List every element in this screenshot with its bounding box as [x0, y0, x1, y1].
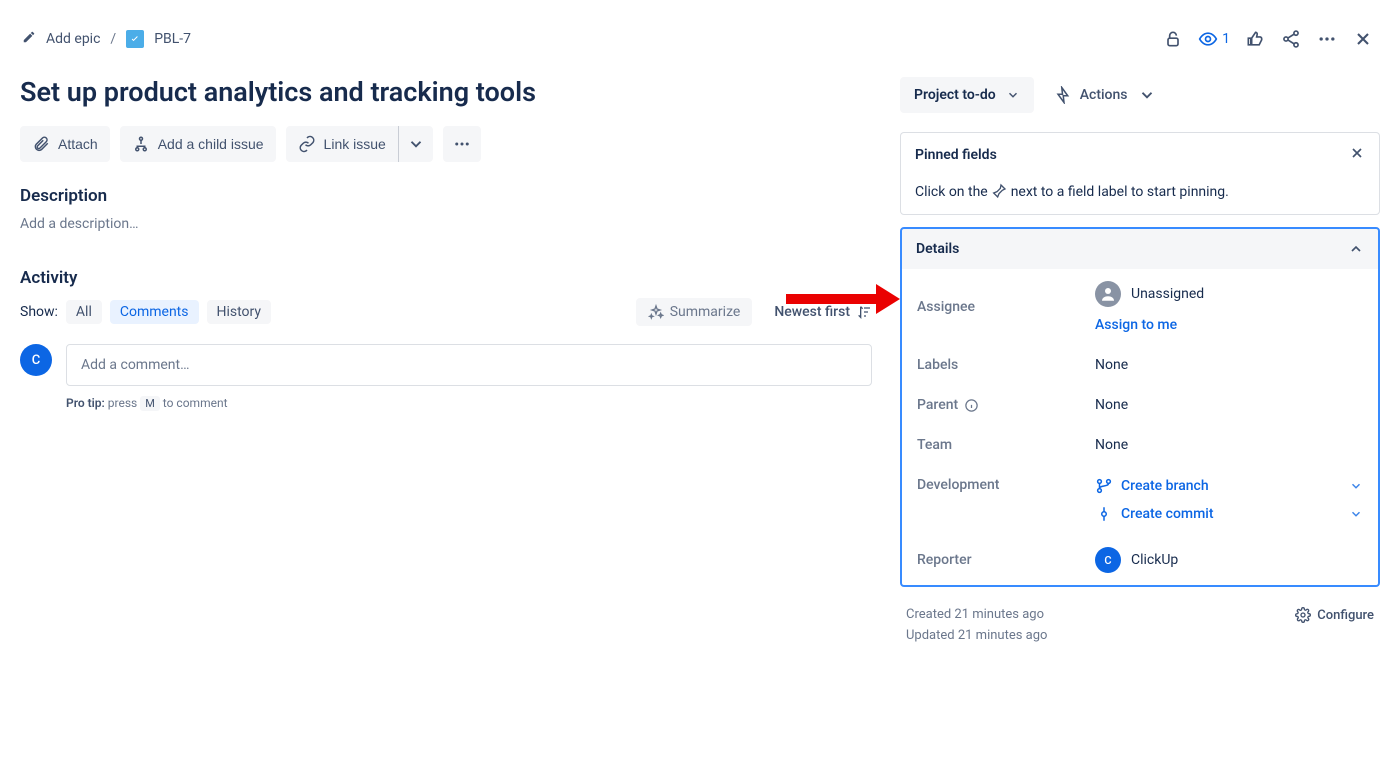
- pinned-fields-panel: Pinned fields Click on the next to a fie…: [900, 132, 1380, 215]
- add-epic-link[interactable]: Add epic: [46, 31, 100, 47]
- pro-tip-prefix: press: [108, 396, 140, 410]
- link-issue-dropdown[interactable]: [398, 126, 433, 162]
- assign-to-me-link[interactable]: Assign to me: [1095, 317, 1363, 333]
- pinned-close-icon[interactable]: [1349, 145, 1365, 165]
- team-value[interactable]: None: [1095, 437, 1363, 453]
- chevron-down-icon[interactable]: [1349, 479, 1363, 493]
- commit-icon: [1095, 505, 1113, 523]
- tab-all[interactable]: All: [66, 300, 102, 324]
- show-label: Show:: [20, 304, 58, 320]
- meta-footer: Created 21 minutes ago Updated 21 minute…: [900, 599, 1380, 651]
- labels-label: Labels: [917, 357, 1077, 373]
- field-reporter: Reporter C ClickUp: [902, 535, 1378, 585]
- field-parent: Parent None: [902, 385, 1378, 425]
- watch-count: 1: [1222, 31, 1230, 47]
- configure-button[interactable]: Configure: [1295, 607, 1374, 623]
- attach-label: Attach: [58, 136, 98, 152]
- info-icon[interactable]: [964, 398, 979, 413]
- branch-icon: [1095, 477, 1113, 495]
- pro-tip-key: M: [140, 396, 160, 411]
- tab-history[interactable]: History: [207, 300, 272, 324]
- reporter-value[interactable]: C ClickUp: [1095, 547, 1363, 573]
- tab-comments[interactable]: Comments: [110, 300, 199, 324]
- pro-tip-suffix: to comment: [163, 396, 228, 410]
- close-icon[interactable]: [1346, 22, 1380, 56]
- parent-value[interactable]: None: [1095, 397, 1363, 413]
- configure-label: Configure: [1317, 608, 1374, 623]
- activity-heading: Activity: [20, 268, 872, 288]
- updated-meta: Updated 21 minutes ago: [906, 628, 1047, 643]
- summarize-button[interactable]: Summarize: [636, 298, 753, 326]
- reporter-text: ClickUp: [1131, 552, 1178, 568]
- vote-icon[interactable]: [1238, 22, 1272, 56]
- share-icon[interactable]: [1274, 22, 1308, 56]
- issue-key-link[interactable]: PBL-7: [154, 31, 191, 47]
- user-avatar: C: [20, 344, 52, 376]
- details-title: Details: [916, 241, 959, 257]
- add-child-label: Add a child issue: [158, 136, 264, 152]
- attach-button[interactable]: Attach: [20, 126, 110, 162]
- pro-tip-label: Pro tip:: [66, 396, 105, 410]
- field-development: Development Create branch Create commit: [902, 465, 1378, 535]
- link-issue-label: Link issue: [324, 136, 386, 152]
- more-icon[interactable]: [1310, 22, 1344, 56]
- pinned-title: Pinned fields: [915, 147, 997, 163]
- sort-button[interactable]: Newest first: [774, 304, 872, 320]
- link-issue-split: Link issue: [286, 126, 433, 162]
- edit-icon: [22, 30, 36, 48]
- chevron-up-icon: [1348, 241, 1364, 257]
- main-column: Set up product analytics and tracking to…: [20, 76, 872, 651]
- create-branch-label: Create branch: [1121, 478, 1209, 494]
- actions-menu[interactable]: Actions: [1048, 76, 1160, 114]
- team-label: Team: [917, 437, 1077, 453]
- actions-label: Actions: [1080, 87, 1128, 103]
- unassigned-avatar-icon: [1095, 281, 1121, 307]
- header-toolbar: 1: [1156, 22, 1380, 56]
- create-branch-link[interactable]: Create branch: [1095, 477, 1363, 495]
- reporter-label: Reporter: [917, 552, 1077, 568]
- breadcrumb: Add epic / PBL-7 1: [20, 20, 1380, 76]
- assignee-label: Assignee: [917, 299, 1077, 315]
- side-column: Project to-do Actions Pinned fields Clic…: [900, 76, 1380, 651]
- pinned-hint: Click on the next to a field label to st…: [901, 177, 1379, 214]
- pro-tip: Pro tip: press M to comment: [66, 396, 872, 410]
- comment-input[interactable]: Add a comment…: [66, 344, 872, 386]
- add-child-button[interactable]: Add a child issue: [120, 126, 276, 162]
- status-label: Project to-do: [914, 87, 996, 103]
- breadcrumb-separator: /: [110, 31, 116, 47]
- sort-label: Newest first: [774, 304, 850, 320]
- gear-icon: [1295, 607, 1311, 623]
- field-labels: Labels None: [902, 345, 1378, 385]
- assignee-value[interactable]: Unassigned: [1095, 281, 1363, 307]
- reporter-avatar: C: [1095, 547, 1121, 573]
- status-dropdown[interactable]: Project to-do: [900, 77, 1034, 113]
- labels-value[interactable]: None: [1095, 357, 1363, 373]
- details-header[interactable]: Details: [902, 229, 1378, 269]
- summarize-label: Summarize: [670, 304, 741, 320]
- assignee-text: Unassigned: [1131, 286, 1204, 302]
- create-commit-link[interactable]: Create commit: [1095, 505, 1363, 523]
- description-input[interactable]: Add a description…: [20, 216, 872, 232]
- link-issue-button[interactable]: Link issue: [286, 126, 398, 162]
- field-assignee: Assignee Unassigned Assign to me: [902, 269, 1378, 345]
- parent-label: Parent: [917, 397, 1077, 413]
- action-toolbar: Attach Add a child issue Link issue: [20, 126, 872, 162]
- more-actions-button[interactable]: [443, 126, 481, 162]
- issue-title[interactable]: Set up product analytics and tracking to…: [20, 76, 872, 108]
- lock-icon[interactable]: [1156, 22, 1190, 56]
- chevron-down-icon[interactable]: [1349, 507, 1363, 521]
- task-type-icon: [126, 30, 144, 48]
- create-commit-label: Create commit: [1121, 506, 1214, 522]
- created-meta: Created 21 minutes ago: [906, 607, 1047, 622]
- activity-filter-row: Show: All Comments History: [20, 300, 271, 324]
- field-team: Team None: [902, 425, 1378, 465]
- description-heading: Description: [20, 186, 872, 206]
- watch-button[interactable]: 1: [1192, 22, 1236, 56]
- details-panel: Details Assignee Unassigned Assign to me…: [900, 227, 1380, 587]
- development-label: Development: [917, 477, 1077, 493]
